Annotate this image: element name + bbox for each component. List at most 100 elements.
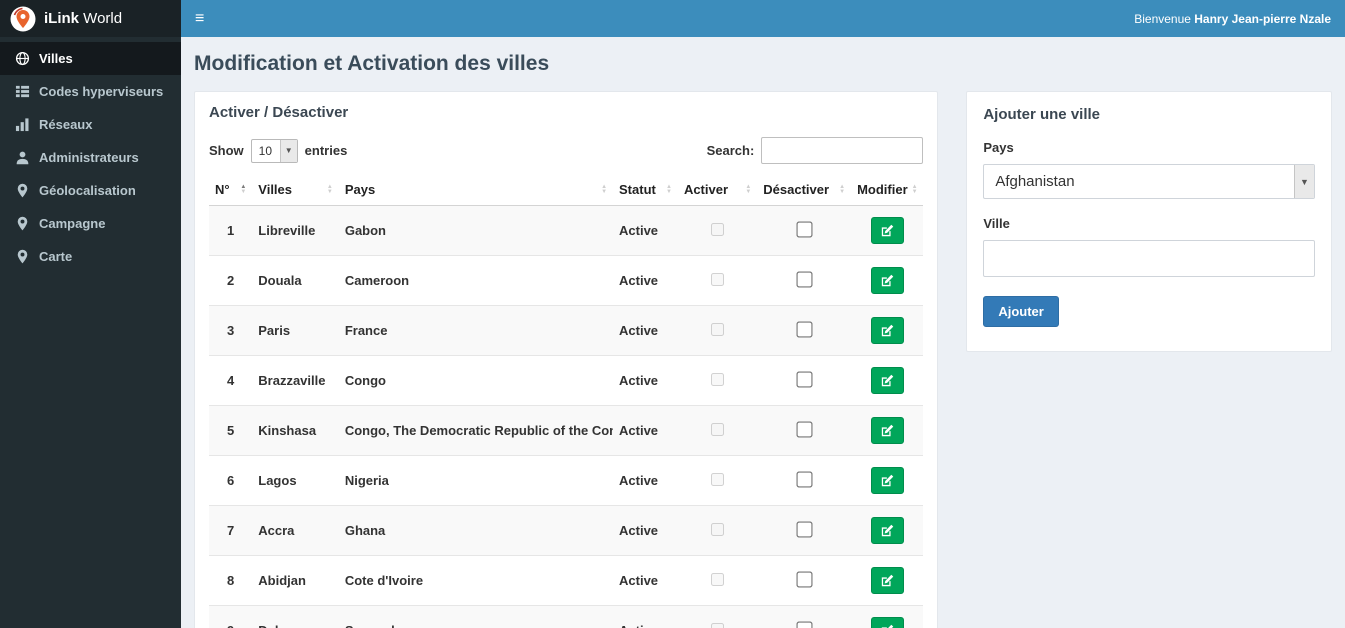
activer-checkbox[interactable] <box>711 322 725 336</box>
desactiver-checkbox[interactable] <box>796 420 813 438</box>
activer-checkbox[interactable] <box>711 422 725 436</box>
row-ville: Douala <box>252 255 339 306</box>
row-pays: Senegal <box>338 605 614 628</box>
edit-button[interactable] <box>870 567 904 594</box>
row-statut: Active <box>613 355 678 406</box>
activer-checkbox[interactable] <box>711 572 725 586</box>
activer-checkbox[interactable] <box>711 222 725 236</box>
desactiver-checkbox[interactable] <box>796 570 813 588</box>
desactiver-checkbox[interactable] <box>796 520 813 538</box>
desactiver-checkbox[interactable] <box>796 470 813 488</box>
row-statut: Active <box>613 455 678 506</box>
edit-button[interactable] <box>870 367 904 394</box>
ajouter-button[interactable]: Ajouter <box>983 296 1059 327</box>
desactiver-checkbox[interactable] <box>796 320 813 338</box>
sidebar-item-label: Réseaux <box>39 117 93 132</box>
pays-label: Pays <box>983 140 1014 155</box>
activer-checkbox[interactable] <box>711 522 725 536</box>
row-statut: Active <box>613 255 678 306</box>
sidebar: Villes Codes hyperviseurs Réseaux Admini… <box>0 37 181 628</box>
row-number: 8 <box>209 555 253 606</box>
activer-checkbox[interactable] <box>711 472 725 486</box>
sort-icon[interactable]: ▲ ▼ <box>912 184 918 195</box>
edit-button[interactable] <box>870 217 904 244</box>
row-statut: Active <box>613 405 678 456</box>
row-statut: Active <box>613 205 678 256</box>
row-statut: Active <box>613 605 678 628</box>
table-body: 1 Libreville Gabon Active 2 Douala Camer… <box>209 205 924 628</box>
sort-icon[interactable]: ▲ ▼ <box>327 184 333 195</box>
globe-icon <box>15 51 30 66</box>
edit-button[interactable] <box>870 417 904 444</box>
row-number: 1 <box>209 205 253 256</box>
sort-icon[interactable]: ▲ ▼ <box>240 184 246 195</box>
brand[interactable]: iLink World <box>0 0 181 37</box>
page-title: Modification et Activation des villes <box>194 52 550 75</box>
edit-icon <box>881 224 894 237</box>
sidebar-item-label: Géolocalisation <box>39 183 136 198</box>
hamburger-icon[interactable]: ≡ <box>195 10 204 27</box>
desactiver-checkbox[interactable] <box>796 370 813 388</box>
edit-button[interactable] <box>870 467 904 494</box>
column-header-activer[interactable]: Activer ▲ ▼ <box>677 174 758 206</box>
app-logo-icon <box>10 6 36 32</box>
edit-button[interactable] <box>870 517 904 544</box>
sidebar-item-villes[interactable]: Villes <box>0 42 181 75</box>
table-row: 1 Libreville Gabon Active <box>209 205 924 256</box>
desactiver-checkbox[interactable] <box>796 620 813 628</box>
sort-icon[interactable]: ▲ ▼ <box>745 184 751 195</box>
column-header-d-sactiver[interactable]: Désactiver ▲ ▼ <box>757 174 852 206</box>
column-header-label: Activer <box>683 182 729 197</box>
column-header-n[interactable]: N° ▲ ▼ <box>209 174 253 206</box>
sidebar-item-campagne[interactable]: Campagne <box>0 207 181 240</box>
sidebar-item-administrateurs[interactable]: Administrateurs <box>0 141 181 174</box>
search-input[interactable] <box>761 137 924 164</box>
brand-text: iLink World <box>44 10 123 27</box>
row-pays: France <box>338 305 614 356</box>
activation-panel-title: Activer / Désactiver <box>209 104 349 121</box>
sort-icon[interactable]: ▲ ▼ <box>666 184 672 195</box>
pin-icon <box>15 216 30 231</box>
row-ville: Brazzaville <box>252 355 339 406</box>
sidebar-item-r-seaux[interactable]: Réseaux <box>0 108 181 141</box>
ville-input[interactable] <box>983 240 1315 277</box>
edit-icon <box>881 374 894 387</box>
column-header-villes[interactable]: Villes ▲ ▼ <box>252 174 339 206</box>
column-header-modifier[interactable]: Modifier ▲ ▼ <box>851 174 924 206</box>
activer-checkbox[interactable] <box>711 272 725 286</box>
edit-button[interactable] <box>870 317 904 344</box>
row-ville: Libreville <box>252 205 339 256</box>
sidebar-item-label: Administrateurs <box>39 150 139 165</box>
activer-checkbox[interactable] <box>711 622 725 628</box>
page-length-select[interactable]: 10 <box>250 138 298 163</box>
sidebar-item-label: Campagne <box>39 216 106 231</box>
row-ville: Lagos <box>252 455 339 506</box>
sidebar-menu: Villes Codes hyperviseurs Réseaux Admini… <box>0 42 181 273</box>
edit-button[interactable] <box>870 267 904 294</box>
row-number: 3 <box>209 305 253 356</box>
table-header-row: N° ▲ ▼ Villes ▲ ▼ Pays ▲ ▼ Statut ▲ ▼ Active… <box>209 174 924 206</box>
sidebar-item-g-olocalisation[interactable]: Géolocalisation <box>0 174 181 207</box>
add-city-title: Ajouter une ville <box>983 106 1101 123</box>
villes-table: N° ▲ ▼ Villes ▲ ▼ Pays ▲ ▼ Statut ▲ ▼ Active… <box>209 174 924 628</box>
column-header-label: Villes <box>258 182 292 197</box>
edit-button[interactable] <box>870 617 904 628</box>
row-statut: Active <box>613 505 678 556</box>
column-header-pays[interactable]: Pays ▲ ▼ <box>338 174 614 206</box>
pays-select[interactable]: Afghanistan <box>983 164 1315 199</box>
table-row: 6 Lagos Nigeria Active <box>209 455 924 506</box>
sidebar-item-codes-hyperviseurs[interactable]: Codes hyperviseurs <box>0 75 181 108</box>
sidebar-item-label: Codes hyperviseurs <box>39 84 164 99</box>
sort-icon[interactable]: ▲ ▼ <box>839 184 845 195</box>
activer-checkbox[interactable] <box>711 372 725 386</box>
sort-icon[interactable]: ▲ ▼ <box>601 184 607 195</box>
column-header-statut[interactable]: Statut ▲ ▼ <box>613 174 678 206</box>
row-ville: Abidjan <box>252 555 339 606</box>
row-pays: Gabon <box>338 205 614 256</box>
column-header-label: Désactiver <box>763 182 830 197</box>
desactiver-checkbox[interactable] <box>796 220 813 238</box>
sidebar-item-carte[interactable]: Carte <box>0 240 181 273</box>
top-nav: ≡ Bienvenue Hanry Jean-pierre Nzale <box>181 0 1345 37</box>
edit-icon <box>881 624 894 628</box>
desactiver-checkbox[interactable] <box>796 270 813 288</box>
